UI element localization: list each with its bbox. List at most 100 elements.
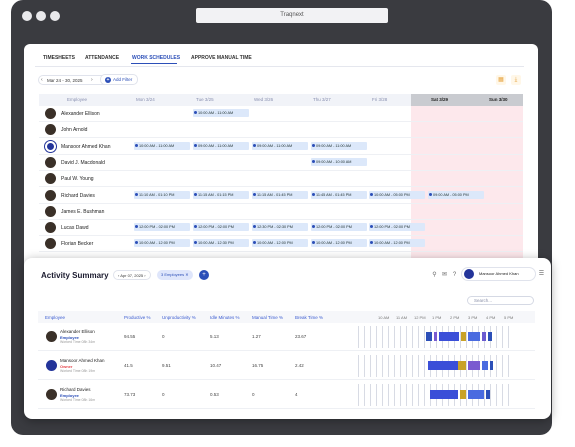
shift-block[interactable]: 12:00 PM - 02:00 PM xyxy=(369,223,425,232)
activity-segment[interactable] xyxy=(426,332,432,341)
employee-name: Alexander Ellison xyxy=(60,329,95,334)
chevron-left-icon[interactable]: ‹ xyxy=(41,76,43,85)
shift-block[interactable]: 11:15 AM - 01:45 PM xyxy=(252,190,308,199)
activity-segment[interactable] xyxy=(468,361,480,370)
shift-block[interactable]: 10:00 AM - 12:00 PM xyxy=(252,239,308,248)
timeline-tick: 3 PM xyxy=(468,315,478,320)
shift-block[interactable]: 09:00 AM - 11:00 AM xyxy=(311,141,367,150)
shift-block[interactable]: 09:00 AM - 11:00 AM xyxy=(252,141,308,150)
filter-icon[interactable]: ⚲ xyxy=(431,272,438,279)
timeline-gridline xyxy=(466,355,467,377)
shift-block[interactable]: 10:00 AM - 12:30 PM xyxy=(193,239,249,248)
table-row[interactable]: Mansoor Ahmed Khan Owner Worked Time 08h 1… xyxy=(38,352,535,380)
timeline-gridline xyxy=(496,384,497,406)
schedule-row: Paul W. Young xyxy=(39,171,523,188)
avatar xyxy=(45,222,56,234)
avatar xyxy=(45,108,56,119)
download-icon[interactable]: ⤓ xyxy=(511,75,521,85)
col-manual: Manual Time % xyxy=(252,315,284,320)
timeline-gridline xyxy=(370,355,371,377)
timeline-gridline xyxy=(424,384,425,406)
user-name: Mansoor Ahmed Khan xyxy=(479,271,519,276)
manual-value: 1.27 xyxy=(252,334,261,339)
shift-block[interactable]: 10:00 AM - 12:00 PM xyxy=(311,239,367,248)
table-row[interactable]: Richard Davies Employee Worked Time 08h 16… xyxy=(38,381,535,409)
col-sat: Sat 3/29 xyxy=(431,97,449,102)
employees-filter[interactable]: 3 Employees ✕ xyxy=(157,270,193,280)
employee-name: Paul W. Young xyxy=(61,176,94,183)
activity-segment[interactable] xyxy=(430,390,458,399)
shift-block[interactable]: 10:00 AM - 11:00 AM xyxy=(193,109,249,117)
shift-block[interactable]: 10:00 AM - 11:00 AM xyxy=(134,141,190,150)
help-icon[interactable]: ? xyxy=(451,272,458,279)
timeline-gridline xyxy=(388,355,389,377)
activity-segment[interactable] xyxy=(434,332,437,341)
timeline-gridline xyxy=(424,355,425,377)
tab-work-schedules[interactable]: WORK SCHEDULES xyxy=(132,55,180,61)
activity-segment[interactable] xyxy=(488,332,492,341)
calendar-icon[interactable]: ▦ xyxy=(496,75,506,85)
timeline-gridline xyxy=(406,384,407,406)
add-filter-button[interactable]: + Add Filter xyxy=(100,74,139,85)
menu-icon[interactable]: ☰ xyxy=(538,271,545,278)
timeline-gridline xyxy=(400,384,401,406)
unproductive-value: 9.51 xyxy=(162,363,171,368)
maximize-window-dot[interactable] xyxy=(50,11,60,21)
close-window-dot[interactable] xyxy=(22,11,32,21)
weekend-header: Sat 3/29 Sun 3/30 xyxy=(411,94,523,106)
address-bar[interactable]: Traqnext xyxy=(196,8,388,23)
shift-block[interactable]: 12:00 PM - 02:00 PM xyxy=(193,223,249,232)
shift-block[interactable]: 12:00 PM - 02:00 PM xyxy=(134,223,190,232)
employee-name: Lucas Dawd xyxy=(61,225,89,232)
page-title: Activity Summary xyxy=(41,271,109,280)
shift-block[interactable]: 10:00 AM - 05:00 PM xyxy=(369,190,425,199)
col-employee: Employee xyxy=(45,315,66,320)
shift-block[interactable]: 11:10 AM - 01:10 PM xyxy=(134,190,190,199)
shift-block[interactable]: 09:00 AM - 11:00 AM xyxy=(193,141,249,150)
schedule-row: Florian Becker 10:00 AM - 12:00 PM 10:00 A… xyxy=(39,236,523,253)
timeline-gridline xyxy=(406,355,407,377)
table-row[interactable]: Alexander Ellison Employee Worked Time 08h… xyxy=(38,323,535,351)
activity-segment[interactable] xyxy=(458,361,466,370)
shift-block[interactable]: 12:30 PM - 02:30 PM xyxy=(252,223,308,232)
tab-attendance[interactable]: ATTENDANCE xyxy=(85,55,119,61)
employee-name: David J. Macdonald xyxy=(61,159,105,166)
shift-block[interactable]: 09:00 AM - 10:00 AM xyxy=(311,157,367,166)
shift-block[interactable]: 10:00 AM - 12:00 PM xyxy=(369,239,425,248)
tab-approve-manual-time[interactable]: APPROVE MANUAL TIME xyxy=(191,55,252,61)
date-picker[interactable]: ‹ Apr 07, 2025 › xyxy=(113,270,151,280)
timeline-gridline xyxy=(358,355,359,377)
col-thu: Thu 3/27 xyxy=(313,97,331,102)
shift-block[interactable]: 10:00 AM - 12:00 PM xyxy=(134,239,190,248)
activity-segment[interactable] xyxy=(439,332,459,341)
timeline-gridline xyxy=(412,326,413,348)
timeline-gridline xyxy=(376,326,377,348)
employee-name: James E. Bushman xyxy=(61,208,105,215)
activity-segment[interactable] xyxy=(468,390,484,399)
col-wed: Wed 3/26 xyxy=(254,97,274,102)
activity-segment[interactable] xyxy=(428,361,458,370)
chevron-right-icon[interactable]: › xyxy=(91,76,93,85)
search-input[interactable]: Search... xyxy=(467,296,534,305)
schedule-row: Lucas Dawd 12:00 PM - 02:00 PM 12:00 PM - … xyxy=(39,220,523,237)
activity-segment[interactable] xyxy=(460,390,466,399)
add-filter-icon[interactable]: + xyxy=(199,270,209,280)
activity-segment[interactable] xyxy=(490,361,493,370)
col-tue: Tue 3/25 xyxy=(196,97,214,102)
unproductive-value: 0 xyxy=(162,392,165,397)
shift-block[interactable]: 11:45 AM - 01:45 PM xyxy=(311,190,367,199)
activity-segment[interactable] xyxy=(486,390,490,399)
shift-block[interactable]: 09:00 AM - 05:00 PM xyxy=(428,190,484,199)
activity-segment[interactable] xyxy=(482,332,486,341)
activity-segment[interactable] xyxy=(461,332,466,341)
chat-icon[interactable]: ✉ xyxy=(441,272,448,279)
activity-segment[interactable] xyxy=(482,361,488,370)
user-menu[interactable]: Mansoor Ahmed Khan xyxy=(461,267,536,281)
timeline-gridline xyxy=(394,355,395,377)
timeline-gridline xyxy=(466,326,467,348)
minimize-window-dot[interactable] xyxy=(36,11,46,21)
tab-timesheets[interactable]: TIMESHEETS xyxy=(43,55,75,61)
activity-segment[interactable] xyxy=(468,332,480,341)
shift-block[interactable]: 11:15 AM - 01:15 PM xyxy=(193,190,249,199)
shift-block[interactable]: 12:00 PM - 02:00 PM xyxy=(311,223,367,232)
